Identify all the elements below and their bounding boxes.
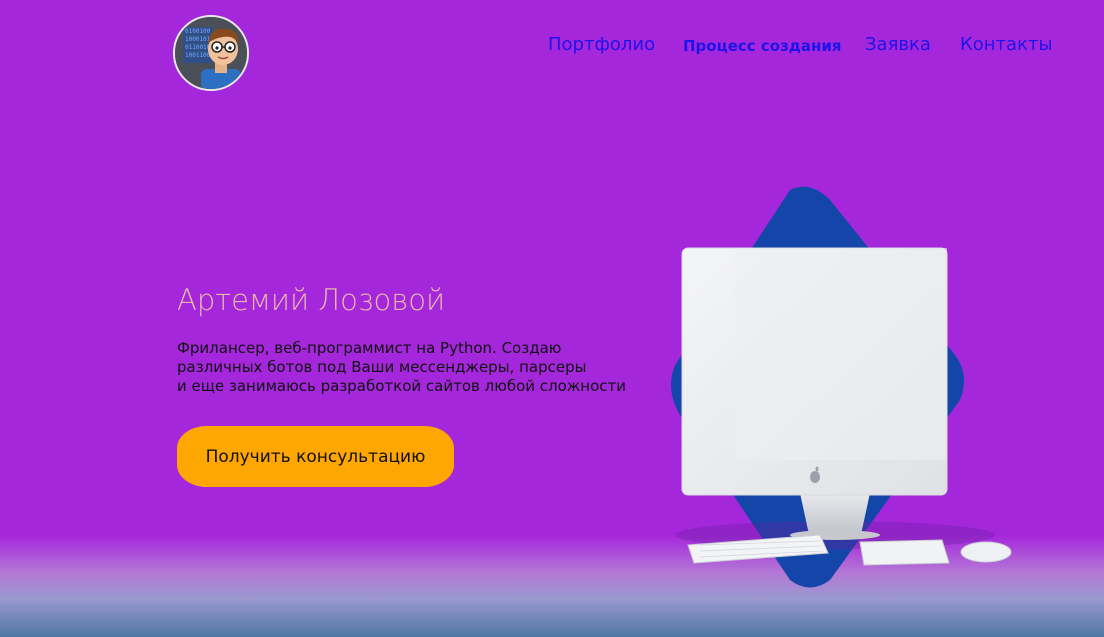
get-consultation-button[interactable]: Получить консультацию [177,426,454,487]
computer-illustration [660,185,1060,595]
desktop-computer-illustration-icon [671,186,1012,588]
main-nav: Портфолио Процесс создания Заявка Контак… [0,34,1104,58]
hero-description-line: Фрилансер, веб-программист на Python. Со… [177,339,562,357]
hero-title: Артемий Лозовой [177,283,446,317]
hero-description: Фрилансер, веб-программист на Python. Со… [177,339,677,396]
nav-link-contacts[interactable]: Контакты [960,34,1053,55]
nav-link-portfolio[interactable]: Портфолио [548,34,655,55]
hero-description-line: и еще занимаюсь разработкой сайтов любой… [177,377,627,395]
nav-link-request[interactable]: Заявка [865,34,931,55]
hero-description-line: различных ботов под Ваши мессенджеры, па… [177,358,587,376]
nav-link-process[interactable]: Процесс создания [683,37,842,55]
